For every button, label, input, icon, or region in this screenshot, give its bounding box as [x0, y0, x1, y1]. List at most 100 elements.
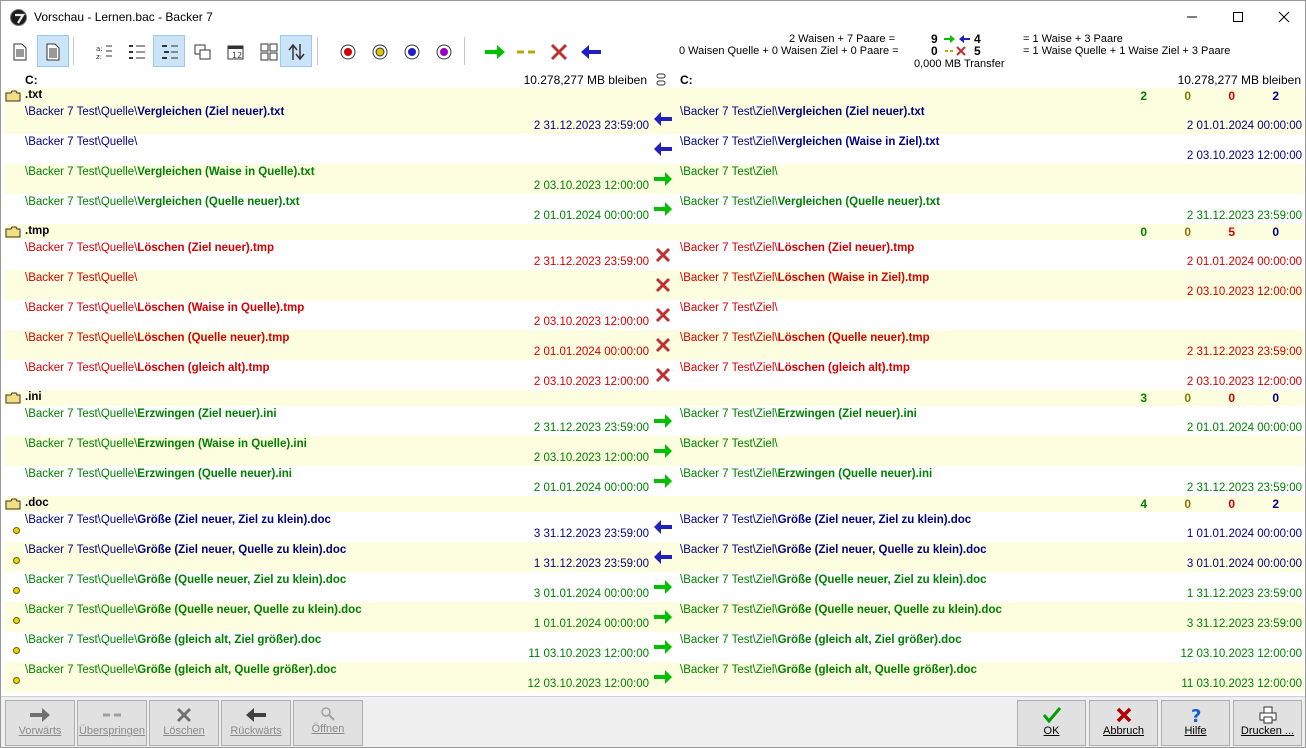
printer-icon — [1259, 706, 1276, 724]
tool-swap-direction[interactable] — [280, 35, 312, 67]
file-pair-row[interactable]: \Backer 7 Test\Quelle\ \Backer 7 Test\Zie… — [4, 134, 1304, 164]
file-pair-row[interactable]: \Backer 7 Test\Quelle\Vergleichen (Ziel … — [4, 104, 1304, 134]
target-path: \Backer 7 Test\Ziel\Löschen (gleich alt)… — [680, 362, 910, 374]
skip-button[interactable]: Überspringen — [77, 700, 147, 746]
row-action[interactable] — [653, 111, 673, 127]
file-pair-row[interactable]: \Backer 7 Test\Quelle\Erzwingen (Quelle … — [4, 466, 1304, 496]
row-action[interactable] — [653, 609, 673, 625]
calendar-icon: 12 — [227, 45, 244, 60]
target-meta: 2 03.10.2023 12:00:00 — [1186, 150, 1302, 162]
row-action[interactable] — [653, 367, 673, 383]
file-pair-row[interactable]: \Backer 7 Test\Quelle\Größe (Ziel neuer,… — [4, 542, 1304, 572]
target-meta: 3 31.12.2023 23:59:00 — [1186, 618, 1302, 630]
forward-button[interactable]: Vorwärts — [5, 700, 75, 746]
link-drives-icon[interactable] — [656, 73, 666, 86]
row-action[interactable] — [653, 519, 673, 535]
row-action[interactable] — [653, 413, 673, 429]
row-action[interactable] — [653, 443, 673, 459]
tool-sort-group[interactable] — [153, 35, 185, 67]
document-lines-icon — [46, 43, 60, 61]
file-pair-row[interactable]: \Backer 7 Test\Quelle\Löschen (Waise in … — [4, 300, 1304, 330]
tool-filter-blue[interactable] — [395, 35, 427, 67]
group-count-c1: 4 — [1140, 497, 1147, 511]
cancel-button[interactable]: Abbruch — [1089, 700, 1158, 746]
file-pair-row[interactable]: \Backer 7 Test\Quelle\Erzwingen (Ziel ne… — [4, 406, 1304, 436]
group-header[interactable]: .txt 2 0 0 2 — [4, 88, 1304, 104]
tool-copy-backward[interactable] — [574, 35, 606, 67]
target-path: \Backer 7 Test\Ziel\Vergleichen (Waise i… — [680, 136, 940, 148]
tool-skip[interactable] — [510, 35, 542, 67]
file-pair-row[interactable]: \Backer 7 Test\Quelle\Größe (gleich alt,… — [4, 662, 1304, 692]
row-action[interactable] — [653, 201, 673, 217]
target-path: \Backer 7 Test\Ziel\Größe (gleich alt, Z… — [680, 634, 962, 646]
open-button[interactable]: Öffnen — [293, 700, 363, 746]
target-meta: 2 31.12.2023 23:59:00 — [1186, 210, 1302, 222]
tool-delete[interactable] — [542, 35, 574, 67]
backward-button[interactable]: Rückwärts — [221, 700, 291, 746]
tool-filter-yellow[interactable] — [363, 35, 395, 67]
group-header[interactable]: .doc 4 0 0 2 — [4, 496, 1304, 512]
backer-app-icon[interactable] — [10, 9, 27, 26]
file-pair-row[interactable]: \Backer 7 Test\Quelle\Löschen (Ziel neue… — [4, 240, 1304, 270]
row-action[interactable] — [653, 337, 673, 353]
source-path: \Backer 7 Test\Quelle\Löschen (Waise in … — [25, 302, 305, 314]
folder-icon — [5, 226, 21, 238]
tool-calendar[interactable]: 12 — [219, 35, 251, 67]
file-pair-row[interactable]: \Backer 7 Test\Quelle\Vergleichen (Waise… — [4, 164, 1304, 194]
file-pair-row[interactable]: \Backer 7 Test\Quelle\Größe (Quelle neue… — [4, 602, 1304, 632]
summary-line-1: 2 Waisen + 7 Paare = — [789, 33, 895, 45]
green-arrow-right-icon — [485, 45, 505, 59]
group-count-c3: 0 — [1228, 391, 1235, 405]
group-count-c2: 0 — [1184, 89, 1191, 103]
row-action[interactable] — [653, 141, 673, 157]
minimize-button[interactable] — [1169, 1, 1215, 32]
tool-view-details[interactable] — [37, 35, 69, 67]
row-action[interactable] — [653, 247, 673, 263]
file-pair-row[interactable]: \Backer 7 Test\Quelle\Größe (Ziel neuer,… — [4, 512, 1304, 542]
tool-copy-forward[interactable] — [478, 35, 510, 67]
group-header[interactable]: .ini 3 0 0 0 — [4, 390, 1304, 406]
target-path: \Backer 7 Test\Ziel\Erzwingen (Ziel neue… — [680, 408, 917, 420]
tool-copy-view[interactable] — [186, 35, 218, 67]
group-name: .tmp — [25, 225, 50, 237]
delete-button[interactable]: Löschen — [149, 700, 219, 746]
tool-filter-red[interactable] — [331, 35, 363, 67]
swap-arrows-icon — [288, 43, 305, 61]
file-pair-row[interactable]: \Backer 7 Test\Quelle\Größe (Quelle neue… — [4, 572, 1304, 602]
group-header[interactable]: .tmp 0 0 5 0 — [4, 224, 1304, 240]
maximize-button[interactable] — [1215, 1, 1261, 32]
close-window-button[interactable] — [1261, 1, 1305, 32]
file-pair-row[interactable]: \Backer 7 Test\Quelle\Erzwingen (Waise i… — [4, 436, 1304, 466]
tool-sort-name[interactable]: a: z: — [87, 35, 119, 67]
svg-text:12: 12 — [232, 51, 242, 60]
target-meta: 2 31.12.2023 23:59:00 — [1186, 482, 1302, 494]
target-path: \Backer 7 Test\Ziel\Größe (Quelle neuer,… — [680, 574, 987, 586]
file-pair-row[interactable]: \Backer 7 Test\Quelle\ \Backer 7 Test\Zie… — [4, 270, 1304, 300]
file-pair-row[interactable]: \Backer 7 Test\Quelle\Vergleichen (Quell… — [4, 194, 1304, 224]
target-path: \Backer 7 Test\Ziel\Löschen (Ziel neuer)… — [680, 242, 915, 254]
file-pair-row[interactable]: \Backer 7 Test\Quelle\Größe (gleich alt,… — [4, 632, 1304, 662]
row-action[interactable] — [653, 307, 673, 323]
row-action[interactable] — [653, 639, 673, 655]
comparison-list[interactable]: .txt 2 0 0 2 \Backer 7 Test\Quelle\Vergleiche… — [4, 88, 1304, 694]
toolbar-separator — [73, 37, 74, 65]
row-action[interactable] — [653, 579, 673, 595]
row-action[interactable] — [653, 549, 673, 565]
row-action[interactable] — [653, 669, 673, 685]
drive-info-bar: C: 10.278,277 MB bleiben C: 10.278,277 M… — [1, 71, 1305, 88]
folder-icon — [5, 392, 21, 404]
tool-view-summary[interactable] — [4, 35, 36, 67]
file-pair-row[interactable]: \Backer 7 Test\Quelle\Löschen (gleich al… — [4, 360, 1304, 390]
source-meta: 2 03.10.2023 12:00:00 — [533, 376, 649, 388]
row-action[interactable] — [653, 171, 673, 187]
tool-filter-purple[interactable] — [427, 35, 459, 67]
print-button[interactable]: Drucken ... — [1233, 700, 1302, 746]
row-action[interactable] — [653, 473, 673, 489]
help-button[interactable]: ? Hilfe — [1161, 700, 1230, 746]
target-path: \Backer 7 Test\Ziel\ — [680, 302, 778, 314]
ok-button[interactable]: OK — [1017, 700, 1086, 746]
tool-sort-extension[interactable] — [120, 35, 152, 67]
source-path: \Backer 7 Test\Quelle\Größe (Quelle neue… — [25, 604, 362, 616]
file-pair-row[interactable]: \Backer 7 Test\Quelle\Löschen (Quelle ne… — [4, 330, 1304, 360]
row-action[interactable] — [653, 277, 673, 293]
